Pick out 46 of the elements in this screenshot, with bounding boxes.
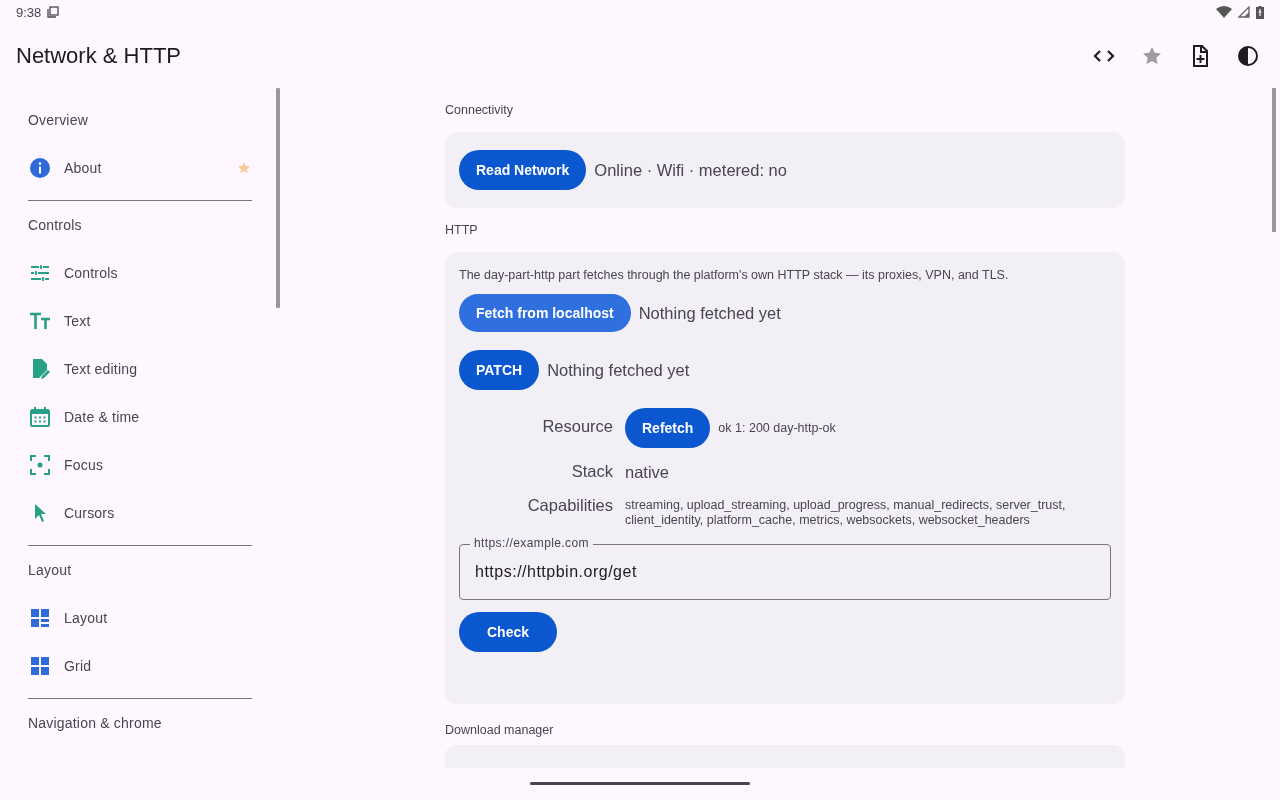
section-label: Connectivity [445, 103, 514, 117]
sidebar-item[interactable]: Grid [28, 642, 252, 690]
scrollbar[interactable] [1272, 88, 1276, 232]
field-label: Resource [541, 417, 613, 436]
info-icon [28, 156, 52, 180]
fetch-button[interactable]: PATCH [459, 350, 540, 390]
contrast-icon [1236, 44, 1260, 68]
field-label: https://example.com [470, 536, 593, 550]
sidebar-item[interactable]: Text [28, 297, 252, 345]
section-heading: Layout [28, 562, 72, 578]
focus-icon [28, 453, 52, 477]
read-network-button[interactable]: Read Network [459, 150, 587, 190]
description: The day-part-http part fetches through the platform's own HTTP stack — its proxies, VPN, and TLS. [459, 268, 1010, 282]
network-status: Online · Wifi · metered: no [594, 160, 787, 180]
status-time: 9:38 [16, 4, 42, 20]
section-label: Download manager [445, 722, 554, 737]
sidebar-item[interactable]: Layout [28, 594, 252, 642]
calendar-icon [28, 405, 52, 429]
app-title: Network & HTTP [16, 43, 183, 69]
sidebar-item[interactable]: Focus [28, 441, 252, 489]
battery-icon [1256, 5, 1264, 19]
fetch-button[interactable]: Fetch from localhost [459, 294, 631, 332]
field-label: Capabilities [526, 496, 613, 515]
fetch-result: Nothing fetched yet [638, 303, 781, 323]
section-heading: Navigation & chrome [28, 715, 162, 731]
sidebar-item[interactable]: Text editing [28, 345, 252, 393]
sidebar-item[interactable]: About [28, 144, 252, 192]
check-button[interactable]: Check [459, 612, 558, 652]
signal-icon [1238, 6, 1250, 18]
field-label: Stack [570, 462, 613, 481]
capabilities-list: streaming, upload_streaming, upload_progress, manual_redirects, server_trust, client_identity, platform_cache, metrics, websockets, websocket_headers [625, 498, 1111, 528]
layout-icon [28, 606, 52, 630]
refetch-button[interactable]: Refetch [625, 408, 711, 448]
sidebar-item[interactable]: Controls [28, 249, 252, 297]
section-heading: Controls [28, 217, 82, 233]
notification-icon [47, 6, 60, 18]
section-heading: Overview [28, 112, 88, 128]
section-label: HTTP [445, 223, 478, 237]
stack-value: native [625, 462, 670, 482]
sidebar-item[interactable]: Cursors [28, 489, 252, 537]
scrollbar[interactable] [276, 88, 280, 308]
fetch-status: ok 1: 200 day-http-ok [718, 420, 836, 436]
sidebar-item[interactable]: Date & time [28, 393, 252, 441]
grid-icon [28, 654, 52, 678]
wifi-icon [1216, 6, 1232, 18]
fetch-result: Nothing fetched yet [547, 360, 690, 380]
